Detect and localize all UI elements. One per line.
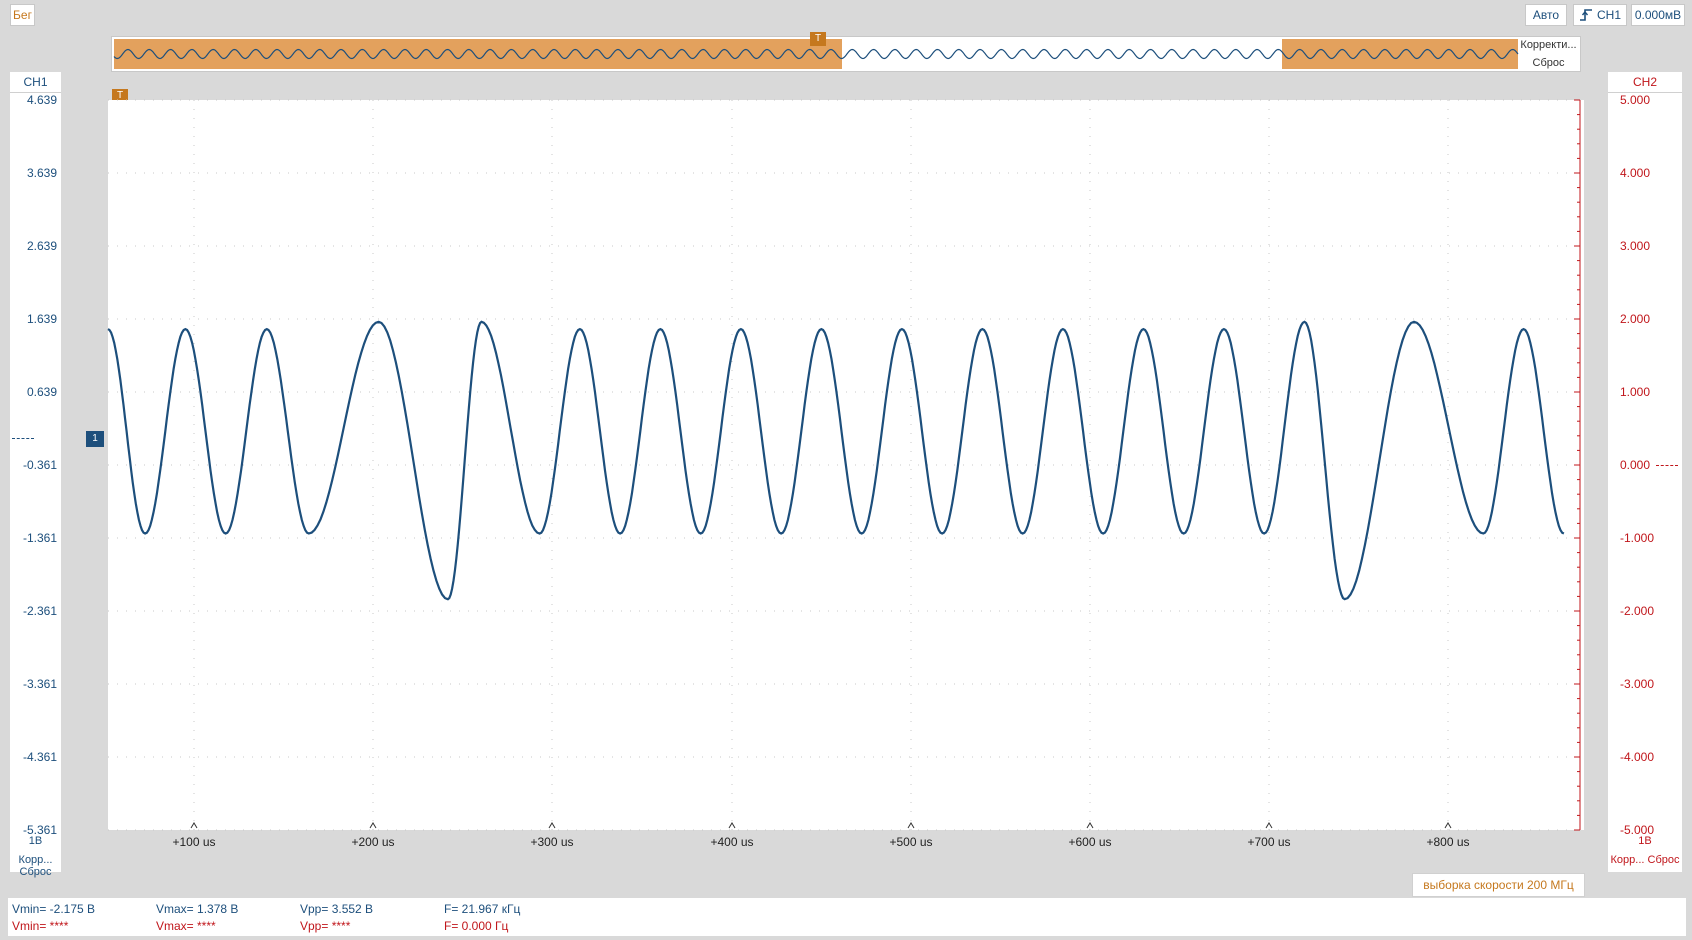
ch1-axis-panel: CH1 4.639 3.639 2.639 1.639 0.639 -0.361 -1.36… xyxy=(10,72,61,878)
ch2-tick-label: -1.000 xyxy=(1620,531,1655,545)
ch2-tick-label: 3.000 xyxy=(1620,239,1651,253)
overview-highlight-window[interactable] xyxy=(114,39,842,69)
ch2-frequency: F= 0.000 Гц xyxy=(444,919,509,933)
time-tick-mark xyxy=(728,822,736,829)
time-tick-mark xyxy=(369,822,377,829)
trigger-level-value[interactable]: 0.000мВ xyxy=(1631,4,1685,26)
ch1-tick-label: -0.361 xyxy=(22,458,57,472)
trigger-source-label: CH1 xyxy=(1596,8,1621,22)
ch1-correction-button[interactable]: Корр... xyxy=(19,854,53,866)
time-axis-label: +800 us xyxy=(1426,835,1470,849)
ch1-offset-marker[interactable]: 1 xyxy=(86,431,104,447)
ch1-tick-label: 1.639 xyxy=(26,312,57,326)
time-axis-label: +100 us xyxy=(172,835,216,849)
time-tick-mark xyxy=(1086,822,1094,829)
run-status-indicator[interactable]: Бег xyxy=(10,4,35,26)
ch1-title[interactable]: CH1 xyxy=(10,72,61,93)
overview-highlight-window[interactable] xyxy=(1282,39,1518,69)
ch1-offset-dash xyxy=(12,438,34,439)
rising-edge-icon xyxy=(1579,9,1592,21)
ch2-correction-reset[interactable]: Корр... Сброс xyxy=(1608,854,1682,866)
ch2-tick-label: -4.000 xyxy=(1620,750,1655,764)
ch1-tick-label: -1.361 xyxy=(22,531,57,545)
ch1-correction-reset[interactable]: Корр... Сброс xyxy=(10,854,61,878)
ch1-reset-button[interactable]: Сброс xyxy=(20,866,52,878)
scope-plot-area[interactable] xyxy=(107,99,1584,831)
ch2-vpp: Vpp= **** xyxy=(300,919,351,933)
time-axis-label: +500 us xyxy=(889,835,933,849)
time-axis-label: +300 us xyxy=(530,835,574,849)
sample-rate-label: выборка скорости 200 МГц xyxy=(1412,873,1585,897)
time-axis-label: +700 us xyxy=(1247,835,1291,849)
ch2-offset-dash xyxy=(1656,465,1678,466)
ch2-tick-label: 4.000 xyxy=(1620,166,1651,180)
waveform-overview[interactable]: T xyxy=(111,32,1581,72)
time-axis-label: +200 us xyxy=(351,835,395,849)
overview-correction-button[interactable]: Корректи... xyxy=(1516,36,1581,54)
ch2-tick-label: 5.000 xyxy=(1620,93,1651,107)
ch1-tick-label: 2.639 xyxy=(26,239,57,253)
ch2-tick-label: 0.000 xyxy=(1620,458,1651,472)
overview-controls: Корректи... Сброс xyxy=(1516,36,1581,72)
ch2-tick-label: -2.000 xyxy=(1620,604,1655,618)
time-axis-label: +600 us xyxy=(1068,835,1112,849)
ch1-tick-label: -3.361 xyxy=(22,677,57,691)
overview-reset-button[interactable]: Сброс xyxy=(1516,54,1581,72)
ch2-tick-label: 1.000 xyxy=(1620,385,1651,399)
ch1-tick-label: 0.639 xyxy=(26,385,57,399)
time-tick-mark xyxy=(907,822,915,829)
measurement-panel: Vmin= -2.175 В Vmax= 1.378 В Vpp= 3.552 … xyxy=(8,898,1686,936)
ch1-waveform-trace xyxy=(107,320,1565,601)
trigger-time-marker[interactable]: T xyxy=(810,32,826,46)
ch2-correction-button[interactable]: Корр... xyxy=(1611,854,1645,866)
ch2-tick-label: 2.000 xyxy=(1620,312,1651,326)
ch1-frequency: F= 21.967 кГц xyxy=(444,902,521,916)
ch2-axis-panel: CH2 5.000 4.000 3.000 2.000 1.000 0.000 -1.000… xyxy=(1608,72,1682,872)
ch1-vmin: Vmin= -2.175 В xyxy=(12,902,96,916)
ch2-title[interactable]: CH2 xyxy=(1608,72,1682,93)
ch1-scale[interactable]: 1В xyxy=(10,835,61,847)
ch1-tick-label: -4.361 xyxy=(22,750,57,764)
time-tick-mark xyxy=(1265,822,1273,829)
ch2-vmax: Vmax= **** xyxy=(156,919,216,933)
time-tick-mark xyxy=(1444,822,1452,829)
ch2-tick-label: -3.000 xyxy=(1620,677,1655,691)
ch1-vmax: Vmax= 1.378 В xyxy=(156,902,239,916)
ch1-tick-label: 3.639 xyxy=(26,166,57,180)
ch2-reset-button[interactable]: Сброс xyxy=(1648,854,1680,866)
trigger-mode-button[interactable]: Авто xyxy=(1525,4,1567,26)
ch2-scale[interactable]: 1В xyxy=(1608,835,1682,847)
overview-waveform xyxy=(113,39,1519,69)
trigger-source-button[interactable]: CH1 xyxy=(1573,4,1627,26)
ch2-vmin: Vmin= **** xyxy=(12,919,69,933)
time-tick-mark xyxy=(548,822,556,829)
ch1-tick-label: 4.639 xyxy=(26,93,57,107)
time-axis-label: +400 us xyxy=(710,835,754,849)
time-tick-mark xyxy=(190,822,198,829)
ch1-tick-label: -2.361 xyxy=(22,604,57,618)
ch1-vpp: Vpp= 3.552 В xyxy=(300,902,374,916)
